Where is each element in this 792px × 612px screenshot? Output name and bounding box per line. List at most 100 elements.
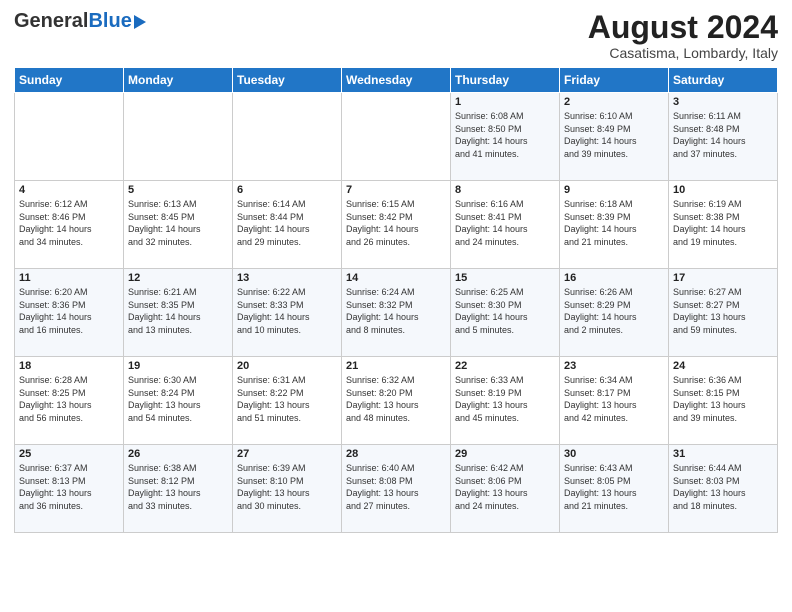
day-info: Sunrise: 6:20 AM Sunset: 8:36 PM Dayligh… bbox=[19, 286, 119, 336]
day-info: Sunrise: 6:10 AM Sunset: 8:49 PM Dayligh… bbox=[564, 110, 664, 160]
table-row: 6 Sunrise: 6:14 AM Sunset: 8:44 PM Daylig… bbox=[233, 181, 342, 269]
day-info: Sunrise: 6:18 AM Sunset: 8:39 PM Dayligh… bbox=[564, 198, 664, 248]
day-info: Sunrise: 6:08 AM Sunset: 8:50 PM Dayligh… bbox=[455, 110, 555, 160]
col-tuesday: Tuesday bbox=[233, 68, 342, 93]
day-number: 27 bbox=[237, 448, 337, 460]
header: GeneralBlue August 2024 Casatisma, Lomba… bbox=[14, 10, 778, 61]
table-row bbox=[342, 93, 451, 181]
table-row: 27Sunrise: 6:39 AM Sunset: 8:10 PM Dayli… bbox=[233, 445, 342, 533]
day-info: Sunrise: 6:12 AM Sunset: 8:46 PM Dayligh… bbox=[19, 198, 119, 248]
page: GeneralBlue August 2024 Casatisma, Lomba… bbox=[0, 0, 792, 612]
day-number: 6 bbox=[237, 184, 337, 196]
day-number: 24 bbox=[673, 360, 773, 372]
day-number: 3 bbox=[673, 96, 773, 108]
day-number: 11 bbox=[19, 272, 119, 284]
table-row: 23 Sunrise: 6:34 AM Sunset: 8:17 PM Dayli… bbox=[560, 357, 669, 445]
day-info: Sunrise: 6:37 AM Sunset: 8:13 PM Dayligh… bbox=[19, 462, 119, 512]
day-info: Sunrise: 6:11 AM Sunset: 8:48 PM Dayligh… bbox=[673, 110, 773, 160]
month-title: August 2024 bbox=[588, 10, 778, 45]
location: Casatisma, Lombardy, Italy bbox=[588, 45, 778, 61]
day-number: 15 bbox=[455, 272, 555, 284]
day-number: 19 bbox=[128, 360, 228, 372]
day-number: 31 bbox=[673, 448, 773, 460]
table-row: 1Sunrise: 6:08 AM Sunset: 8:50 PM Daylig… bbox=[451, 93, 560, 181]
day-number: 17 bbox=[673, 272, 773, 284]
calendar-week-row: 11 Sunrise: 6:20 AM Sunset: 8:36 PM Dayli… bbox=[15, 269, 778, 357]
day-info: Sunrise: 6:33 AM Sunset: 8:19 PM Dayligh… bbox=[455, 374, 555, 424]
table-row: 25 Sunrise: 6:37 AM Sunset: 8:13 PM Dayli… bbox=[15, 445, 124, 533]
day-number: 29 bbox=[455, 448, 555, 460]
calendar-week-row: 25 Sunrise: 6:37 AM Sunset: 8:13 PM Dayli… bbox=[15, 445, 778, 533]
calendar-week-row: 4 Sunrise: 6:12 AM Sunset: 8:46 PM Daylig… bbox=[15, 181, 778, 269]
day-number: 25 bbox=[19, 448, 119, 460]
table-row: 16Sunrise: 6:26 AM Sunset: 8:29 PM Dayli… bbox=[560, 269, 669, 357]
day-number: 26 bbox=[128, 448, 228, 460]
day-info: Sunrise: 6:27 AM Sunset: 8:27 PM Dayligh… bbox=[673, 286, 773, 336]
day-info: Sunrise: 6:22 AM Sunset: 8:33 PM Dayligh… bbox=[237, 286, 337, 336]
day-number: 23 bbox=[564, 360, 664, 372]
day-number: 18 bbox=[19, 360, 119, 372]
day-number: 2 bbox=[564, 96, 664, 108]
day-info: Sunrise: 6:42 AM Sunset: 8:06 PM Dayligh… bbox=[455, 462, 555, 512]
day-number: 20 bbox=[237, 360, 337, 372]
table-row: 11 Sunrise: 6:20 AM Sunset: 8:36 PM Dayli… bbox=[15, 269, 124, 357]
table-row: 17 Sunrise: 6:27 AM Sunset: 8:27 PM Dayli… bbox=[669, 269, 778, 357]
calendar-week-row: 18Sunrise: 6:28 AM Sunset: 8:25 PM Dayli… bbox=[15, 357, 778, 445]
table-row: 4 Sunrise: 6:12 AM Sunset: 8:46 PM Daylig… bbox=[15, 181, 124, 269]
day-number: 22 bbox=[455, 360, 555, 372]
day-number: 12 bbox=[128, 272, 228, 284]
day-info: Sunrise: 6:21 AM Sunset: 8:35 PM Dayligh… bbox=[128, 286, 228, 336]
calendar-table: Sunday Monday Tuesday Wednesday Thursday… bbox=[14, 67, 778, 533]
day-number: 30 bbox=[564, 448, 664, 460]
table-row: 10 Sunrise: 6:19 AM Sunset: 8:38 PM Dayli… bbox=[669, 181, 778, 269]
col-friday: Friday bbox=[560, 68, 669, 93]
table-row: 9 Sunrise: 6:18 AM Sunset: 8:39 PM Daylig… bbox=[560, 181, 669, 269]
col-saturday: Saturday bbox=[669, 68, 778, 93]
table-row: 2 Sunrise: 6:10 AM Sunset: 8:49 PM Daylig… bbox=[560, 93, 669, 181]
day-info: Sunrise: 6:16 AM Sunset: 8:41 PM Dayligh… bbox=[455, 198, 555, 248]
day-info: Sunrise: 6:40 AM Sunset: 8:08 PM Dayligh… bbox=[346, 462, 446, 512]
col-sunday: Sunday bbox=[15, 68, 124, 93]
day-info: Sunrise: 6:19 AM Sunset: 8:38 PM Dayligh… bbox=[673, 198, 773, 248]
table-row: 24 Sunrise: 6:36 AM Sunset: 8:15 PM Dayli… bbox=[669, 357, 778, 445]
table-row: 13Sunrise: 6:22 AM Sunset: 8:33 PM Dayli… bbox=[233, 269, 342, 357]
table-row: 19 Sunrise: 6:30 AM Sunset: 8:24 PM Dayli… bbox=[124, 357, 233, 445]
table-row: 28Sunrise: 6:40 AM Sunset: 8:08 PM Dayli… bbox=[342, 445, 451, 533]
table-row: 30Sunrise: 6:43 AM Sunset: 8:05 PM Dayli… bbox=[560, 445, 669, 533]
table-row: 8 Sunrise: 6:16 AM Sunset: 8:41 PM Daylig… bbox=[451, 181, 560, 269]
day-info: Sunrise: 6:44 AM Sunset: 8:03 PM Dayligh… bbox=[673, 462, 773, 512]
day-info: Sunrise: 6:30 AM Sunset: 8:24 PM Dayligh… bbox=[128, 374, 228, 424]
day-number: 21 bbox=[346, 360, 446, 372]
day-info: Sunrise: 6:36 AM Sunset: 8:15 PM Dayligh… bbox=[673, 374, 773, 424]
logo-arrow-icon bbox=[134, 15, 146, 29]
logo-blue: Blue bbox=[88, 10, 131, 32]
col-wednesday: Wednesday bbox=[342, 68, 451, 93]
day-info: Sunrise: 6:26 AM Sunset: 8:29 PM Dayligh… bbox=[564, 286, 664, 336]
table-row: 26Sunrise: 6:38 AM Sunset: 8:12 PM Dayli… bbox=[124, 445, 233, 533]
title-block: August 2024 Casatisma, Lombardy, Italy bbox=[588, 10, 778, 61]
table-row: 7Sunrise: 6:15 AM Sunset: 8:42 PM Daylig… bbox=[342, 181, 451, 269]
day-number: 4 bbox=[19, 184, 119, 196]
table-row bbox=[233, 93, 342, 181]
col-thursday: Thursday bbox=[451, 68, 560, 93]
table-row bbox=[15, 93, 124, 181]
table-row: 29 Sunrise: 6:42 AM Sunset: 8:06 PM Dayli… bbox=[451, 445, 560, 533]
day-info: Sunrise: 6:34 AM Sunset: 8:17 PM Dayligh… bbox=[564, 374, 664, 424]
table-row: 15Sunrise: 6:25 AM Sunset: 8:30 PM Dayli… bbox=[451, 269, 560, 357]
col-monday: Monday bbox=[124, 68, 233, 93]
table-row: 21 Sunrise: 6:32 AM Sunset: 8:20 PM Dayli… bbox=[342, 357, 451, 445]
day-info: Sunrise: 6:31 AM Sunset: 8:22 PM Dayligh… bbox=[237, 374, 337, 424]
table-row: 31 Sunrise: 6:44 AM Sunset: 8:03 PM Dayli… bbox=[669, 445, 778, 533]
day-number: 8 bbox=[455, 184, 555, 196]
day-info: Sunrise: 6:32 AM Sunset: 8:20 PM Dayligh… bbox=[346, 374, 446, 424]
logo: GeneralBlue bbox=[14, 10, 132, 33]
table-row: 14Sunrise: 6:24 AM Sunset: 8:32 PM Dayli… bbox=[342, 269, 451, 357]
table-row: 18Sunrise: 6:28 AM Sunset: 8:25 PM Dayli… bbox=[15, 357, 124, 445]
table-row: 5Sunrise: 6:13 AM Sunset: 8:45 PM Daylig… bbox=[124, 181, 233, 269]
table-row bbox=[124, 93, 233, 181]
day-number: 10 bbox=[673, 184, 773, 196]
weekday-header-row: Sunday Monday Tuesday Wednesday Thursday… bbox=[15, 68, 778, 93]
day-info: Sunrise: 6:13 AM Sunset: 8:45 PM Dayligh… bbox=[128, 198, 228, 248]
day-number: 9 bbox=[564, 184, 664, 196]
day-info: Sunrise: 6:14 AM Sunset: 8:44 PM Dayligh… bbox=[237, 198, 337, 248]
